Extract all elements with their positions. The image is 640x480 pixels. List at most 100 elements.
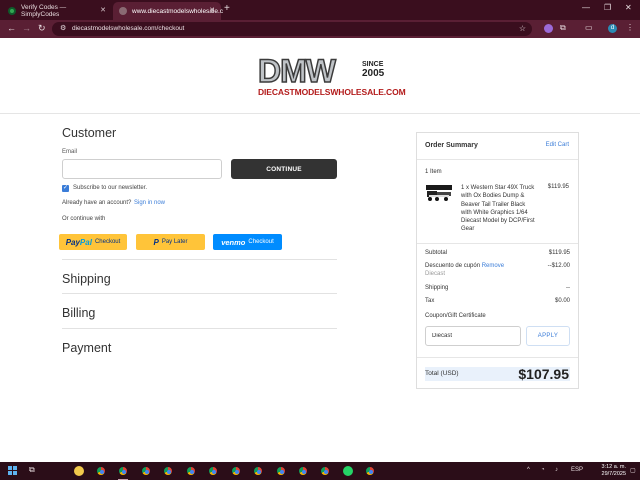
profile-avatar[interactable]: d [608, 24, 617, 33]
coupon-label: Descuento de cupón [425, 263, 481, 269]
site-logo[interactable]: DMW SINCE 2005 DIECASTMODELSWHOLESALE.CO… [257, 53, 405, 98]
chrome-icon[interactable] [276, 466, 286, 476]
venmo-checkout-button[interactable]: venmo Checkout [213, 234, 282, 250]
pay-later-label: Pay Later [161, 239, 188, 245]
subtotal-label: Subtotal [425, 250, 448, 256]
chrome-icon[interactable] [365, 466, 375, 476]
logo-year: 2005 [362, 68, 385, 79]
venmo-button-label: Checkout [248, 239, 274, 245]
file-explorer-icon[interactable] [74, 466, 84, 476]
forward-icon[interactable]: → [22, 23, 31, 33]
clock-date: 29/7/2025 [601, 471, 626, 477]
site-favicon-icon [119, 7, 127, 15]
chrome-icon[interactable] [298, 466, 308, 476]
subtotal-value: $119.95 [548, 250, 570, 256]
url-text: diecastmodelswholesale.com/checkout [72, 25, 185, 32]
newsletter-checkbox[interactable]: ✓ [62, 185, 69, 192]
shipping-heading[interactable]: Shipping [62, 272, 111, 286]
total-label: Total (USD) [425, 370, 459, 377]
address-bar[interactable]: ⚙ diecastmodelswholesale.com/checkout ☆ [52, 22, 532, 36]
new-tab-icon[interactable]: + [224, 3, 230, 14]
paypal-logo-pay: Pay [65, 237, 80, 247]
chrome-icon[interactable] [186, 466, 196, 476]
tab-checkout[interactable]: www.diecastmodelswholesale.c ✕ [113, 2, 223, 20]
subtotal-row: Subtotal $119.95 [425, 250, 570, 256]
browser-tab-strip: Verify Codes — SimplyCodes ✕ www.diecast… [0, 0, 640, 20]
section-divider [62, 328, 337, 329]
coupon-value: --$12.00 [547, 263, 570, 269]
order-summary-title: Order Summary [425, 142, 478, 149]
product-thumbnail [426, 185, 452, 201]
reload-icon[interactable]: ↻ [38, 23, 46, 34]
coupon-code-input[interactable] [425, 326, 521, 346]
paypal-checkout-button[interactable]: Pay Pal Checkout [59, 234, 127, 250]
window-close-icon[interactable]: ✕ [625, 3, 632, 12]
coupon-remove-link[interactable]: Remove [482, 263, 504, 269]
chrome-icon[interactable] [231, 466, 241, 476]
browser-menu-icon[interactable]: ⋮ [626, 23, 634, 32]
logo-wordmark: DMW [257, 53, 336, 89]
windows-start-icon[interactable] [8, 466, 17, 475]
tax-row: Tax $0.00 [425, 298, 570, 304]
paypal-logo-pal: Pal [79, 237, 92, 247]
summary-divider [417, 357, 578, 358]
extensions-puzzle-icon[interactable]: ⧉ [560, 23, 569, 32]
minimize-icon[interactable]: — [582, 3, 590, 12]
section-divider [62, 293, 337, 294]
chrome-icon[interactable] [118, 466, 128, 476]
site-info-icon[interactable]: ⚙ [60, 24, 66, 32]
paypal-pay-later-button[interactable]: P Pay Later [136, 234, 205, 250]
chrome-icon[interactable] [96, 466, 106, 476]
shipping-row: Shipping -- [425, 285, 570, 291]
email-label: Email [62, 149, 78, 155]
total-value: $107.95 [518, 366, 569, 382]
email-field[interactable] [62, 159, 222, 179]
network-icon[interactable]: ◔ [541, 467, 545, 473]
billing-heading[interactable]: Billing [62, 306, 95, 320]
task-view-icon[interactable]: ⧉ [29, 465, 35, 475]
chrome-icon[interactable] [320, 466, 330, 476]
whatsapp-icon[interactable] [343, 466, 353, 476]
apply-coupon-button[interactable]: APPLY [526, 326, 570, 346]
browser-toolbar: ← → ↻ ⚙ diecastmodelswholesale.com/check… [0, 20, 640, 38]
clock-time: 3:12 a. m. [601, 464, 626, 470]
shipping-label: Shipping [425, 285, 449, 291]
tax-value: $0.00 [554, 298, 570, 304]
coupon-row: Descuento de cupón Remove --$12.00 [425, 263, 570, 269]
paypal-p-icon: P [153, 237, 159, 247]
simplycodes-favicon-icon [8, 7, 16, 15]
windows-taskbar: ⧉ ^ ◔ ♪ ESP 3:12 a. m. 29/7/2025 ▢ [0, 462, 640, 480]
tab-verify-codes[interactable]: Verify Codes — SimplyCodes ✕ [2, 2, 112, 20]
extension-icon[interactable] [544, 24, 553, 33]
volume-icon[interactable]: ♪ [555, 467, 558, 473]
system-clock[interactable]: 3:12 a. m. 29/7/2025 [588, 464, 626, 478]
shipping-value: -- [566, 285, 570, 291]
logo-since: SINCE [362, 61, 384, 68]
chrome-icon[interactable] [208, 466, 218, 476]
tax-label: Tax [425, 298, 435, 304]
side-panel-icon[interactable]: ▭ [585, 23, 594, 32]
close-tab-icon[interactable]: ✕ [209, 6, 215, 14]
section-divider [62, 259, 337, 260]
sign-in-link[interactable]: Sign in now [134, 200, 165, 206]
product-name: 1 x Western Star 49X Truck with Ox Bodie… [461, 185, 535, 233]
chrome-icon[interactable] [163, 466, 173, 476]
restore-icon[interactable]: ❐ [604, 3, 611, 12]
continue-button[interactable]: CONTINUE [231, 159, 337, 179]
summary-divider [417, 243, 578, 244]
customer-heading: Customer [62, 126, 117, 140]
logo-domain: DIECASTMODELSWHOLESALE.COM [258, 87, 406, 97]
payment-heading[interactable]: Payment [62, 341, 111, 355]
bookmark-star-icon[interactable]: ☆ [519, 24, 526, 33]
chrome-icon[interactable] [253, 466, 263, 476]
notification-icon[interactable]: ▢ [630, 467, 636, 474]
chrome-icon[interactable] [141, 466, 151, 476]
close-tab-icon[interactable]: ✕ [100, 6, 106, 14]
or-continue-text: Or continue with [62, 216, 106, 222]
paypal-button-label: Checkout [94, 239, 121, 245]
tray-chevron-icon[interactable]: ^ [527, 467, 530, 473]
back-icon[interactable]: ← [7, 23, 16, 33]
coupon-code: Diecast [425, 271, 446, 277]
language-indicator[interactable]: ESP [571, 467, 583, 473]
edit-cart-link[interactable]: Edit Cart [546, 142, 569, 148]
